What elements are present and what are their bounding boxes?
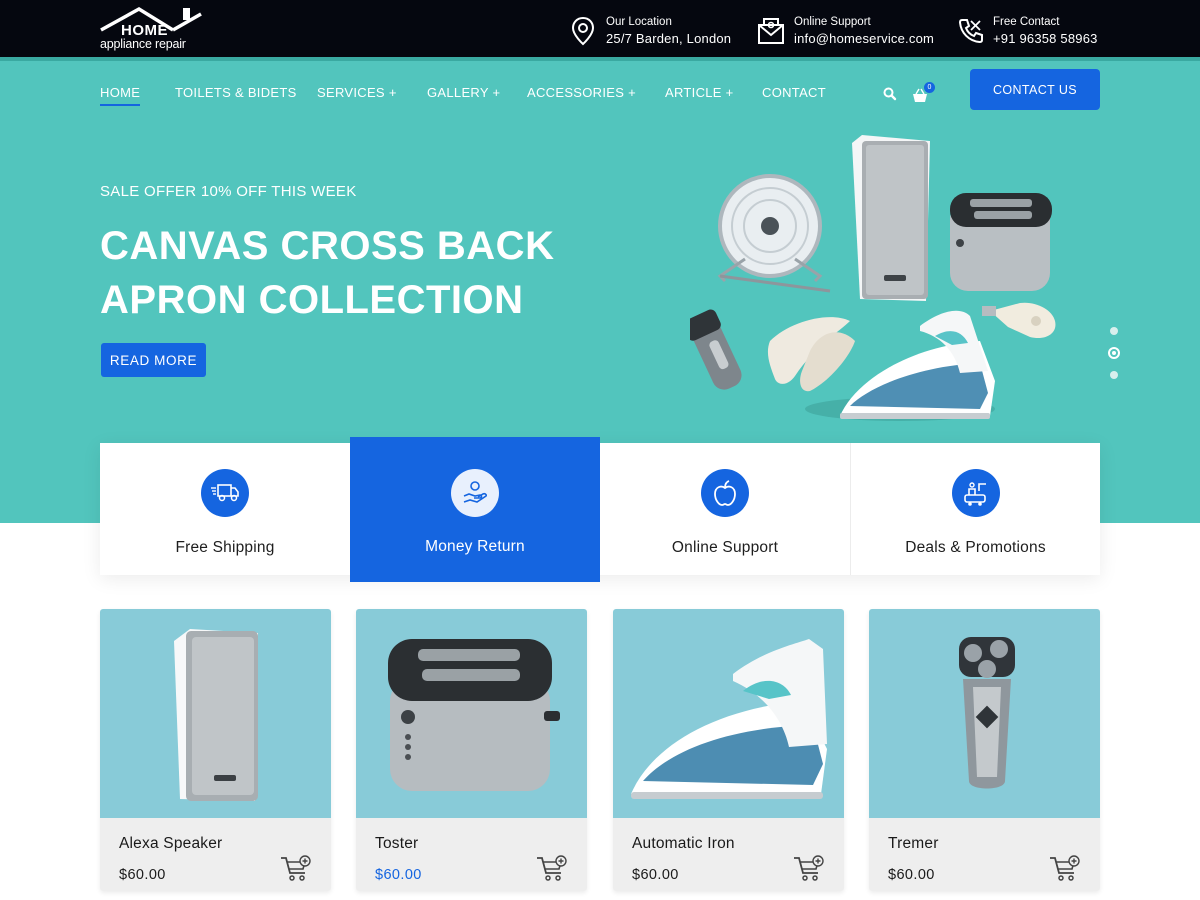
site-logo[interactable]: HOME appliance repair [99, 6, 203, 54]
nav-contact[interactable]: CONTACT [762, 85, 826, 100]
product-card[interactable]: Toster $60.00 [356, 609, 587, 891]
hero-appliances-image [690, 135, 1056, 421]
trimmer-image [959, 637, 1015, 789]
product-card[interactable]: Alexa Speaker $60.00 [100, 609, 331, 891]
contact-us-button[interactable]: CONTACT US [970, 69, 1100, 110]
mail-icon [758, 18, 784, 44]
product-info: Alexa Speaker $60.00 [100, 818, 331, 891]
nav-toilets-bidets[interactable]: TOILETS & BIDETS [175, 85, 297, 100]
hero-offer-text: SALE OFFER 10% OFF THIS WEEK [100, 183, 357, 200]
can-opener-image [767, 317, 855, 392]
add-to-cart-icon[interactable] [280, 855, 312, 883]
product-price: $60.00 [632, 867, 679, 883]
features-bar: Free Shipping Money Return Online Suppor… [100, 437, 1100, 582]
cart-count-badge: 0 [924, 82, 935, 93]
logo-subtitle: appliance repair [100, 37, 186, 51]
read-more-button[interactable]: READ MORE [101, 343, 206, 377]
location-value: 25/7 Barden, London [606, 31, 732, 46]
slider-dot-3[interactable] [1110, 371, 1118, 379]
hero-title: CANVAS CROSS BACK APRON COLLECTION [100, 219, 620, 327]
hero-slider-dots [1108, 327, 1120, 379]
feature-icon-circle [451, 469, 499, 517]
speaker-image [174, 629, 258, 801]
product-card[interactable]: Tremer $60.00 [869, 609, 1100, 891]
feature-icon-circle [701, 469, 749, 517]
location-label: Our Location [606, 16, 672, 28]
fan-image [717, 174, 831, 293]
iron-image [840, 310, 995, 419]
feature-deals-promotions[interactable]: Deals & Promotions [850, 443, 1100, 575]
toaster-image [388, 639, 560, 791]
contact-label: Free Contact [993, 16, 1060, 28]
product-name[interactable]: Tremer [888, 835, 939, 853]
product-price: $60.00 [888, 867, 935, 883]
truck-icon [211, 484, 239, 502]
add-to-cart-icon[interactable] [536, 855, 568, 883]
product-info: Automatic Iron $60.00 [613, 818, 844, 891]
apple-icon [714, 480, 736, 506]
product-name[interactable]: Automatic Iron [632, 835, 735, 853]
product-image[interactable] [613, 609, 844, 818]
hero-title-line-2: APRON COLLECTION [100, 278, 524, 322]
cart-button[interactable]: 0 [912, 82, 935, 104]
feature-label-deals-promotions: Deals & Promotions [905, 539, 1046, 556]
feature-online-support[interactable]: Online Support [600, 443, 850, 575]
location-pin-icon [571, 16, 595, 46]
money-hand-icon [463, 481, 488, 503]
hero-title-line-1: CANVAS CROSS BACK [100, 224, 555, 268]
nav-article[interactable]: ARTICLE + [665, 85, 734, 100]
nav-services[interactable]: SERVICES + [317, 85, 397, 100]
product-image[interactable] [356, 609, 587, 818]
product-name[interactable]: Alexa Speaker [119, 835, 222, 853]
product-image[interactable] [100, 609, 331, 818]
support-label: Online Support [794, 16, 871, 28]
product-info: Toster $60.00 [356, 818, 587, 891]
nav-home[interactable]: HOME [100, 85, 141, 106]
iron-image [631, 639, 827, 799]
feature-label-money-return: Money Return [425, 538, 525, 555]
slider-dot-2[interactable] [1108, 347, 1120, 359]
feature-icon-circle [201, 469, 249, 517]
feature-icon-circle [951, 469, 1000, 517]
slider-dot-1[interactable] [1110, 327, 1118, 335]
peeler-image [982, 302, 1056, 339]
speaker-image [852, 135, 930, 301]
add-to-cart-icon[interactable] [793, 855, 825, 883]
product-price: $60.00 [119, 867, 166, 883]
contact-phone[interactable]: +91 96358 58963 [993, 30, 1098, 47]
product-card[interactable]: Automatic Iron $60.00 [613, 609, 844, 891]
feature-money-return[interactable]: Money Return [350, 437, 600, 582]
support-email[interactable]: info@homeservice.com [794, 30, 934, 47]
topbar-location: Our Location 25/7 Barden, London [569, 14, 731, 48]
top-bar: HOME appliance repair Our Location 25/7 … [0, 0, 1200, 57]
toaster-image [950, 193, 1052, 291]
add-to-cart-icon[interactable] [1049, 855, 1081, 883]
product-name[interactable]: Toster [375, 835, 418, 853]
topbar-support: Online Support info@homeservice.com [757, 14, 934, 48]
phone-icon [958, 19, 983, 44]
shaver-image [690, 309, 742, 390]
nav-gallery[interactable]: GALLERY + [427, 85, 500, 100]
search-icon[interactable] [882, 85, 898, 103]
nav-accessories[interactable]: ACCESSORIES + [527, 85, 636, 100]
product-price: $60.00 [375, 867, 422, 883]
topbar-contact: Free Contact +91 96358 58963 [956, 14, 1098, 48]
feature-label-free-shipping: Free Shipping [175, 539, 275, 556]
product-image[interactable] [869, 609, 1100, 818]
feature-free-shipping[interactable]: Free Shipping [100, 443, 350, 575]
feature-label-online-support: Online Support [671, 539, 779, 556]
promotion-icon [963, 482, 986, 506]
product-info: Tremer $60.00 [869, 818, 1100, 891]
